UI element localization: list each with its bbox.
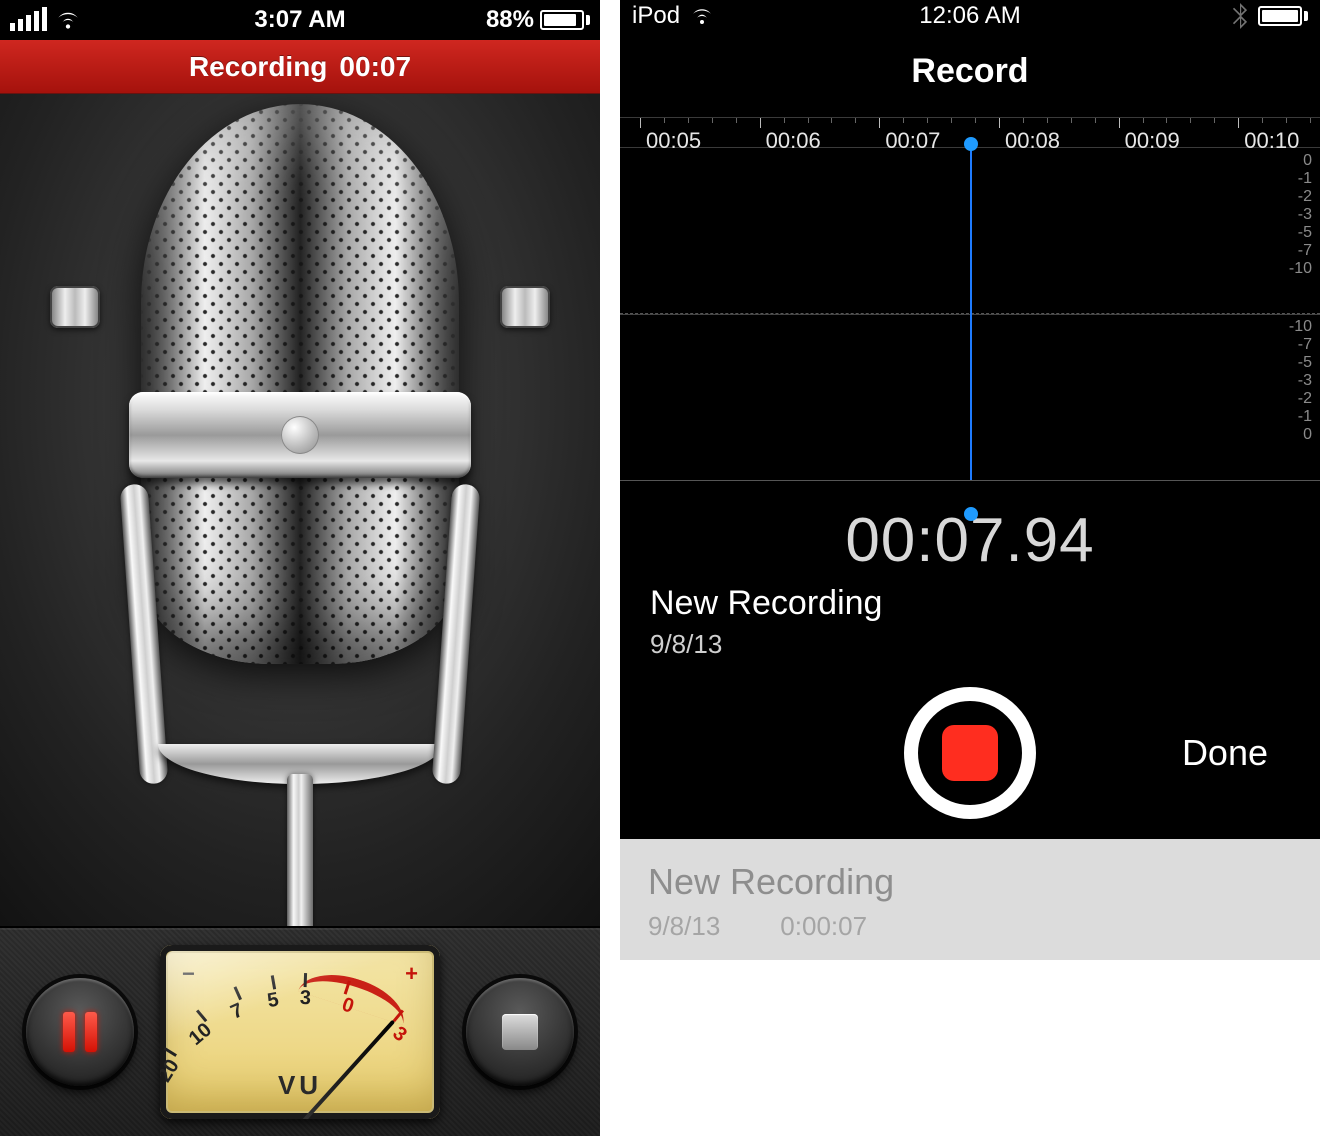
mic-band bbox=[129, 392, 471, 478]
recording-label: Recording bbox=[189, 51, 327, 83]
list-item[interactable]: New Recording 9/8/13 0:00:07 bbox=[620, 839, 1320, 960]
status-bar: 3:07 AM 88% bbox=[0, 0, 600, 40]
microphone-illustration bbox=[90, 104, 510, 1004]
elapsed-time: 00:07.94 bbox=[620, 481, 1320, 580]
battery-icon bbox=[540, 10, 590, 30]
list-item-duration: 0:00:07 bbox=[780, 911, 867, 942]
recording-elapsed: 00:07 bbox=[339, 51, 411, 83]
recording-metadata: New Recording 9/8/13 bbox=[620, 580, 1320, 660]
screen-title: Record bbox=[620, 32, 1320, 117]
pause-button[interactable] bbox=[26, 978, 134, 1086]
recording-date: 9/8/13 bbox=[650, 623, 1290, 660]
pause-icon bbox=[63, 1012, 97, 1052]
status-time: 12:06 AM bbox=[620, 0, 1320, 32]
stop-icon bbox=[942, 725, 998, 781]
bottom-control-panel: − + 201075303 VU bbox=[0, 926, 600, 1136]
mic-logo-icon bbox=[281, 416, 319, 454]
db-scale-top: 0-1-2-3-5-7-10 bbox=[1289, 152, 1312, 278]
waveform-area[interactable]: 0-1-2-3-5-7-10 -10-7-5-3-2-10 bbox=[620, 148, 1320, 480]
list-item-date: 9/8/13 bbox=[648, 911, 720, 942]
list-empty-area bbox=[620, 960, 1320, 1136]
list-item-name: New Recording bbox=[648, 861, 1292, 903]
vu-label: VU bbox=[160, 1070, 440, 1101]
status-bar: iPod 12:06 AM bbox=[620, 0, 1320, 32]
mic-head bbox=[141, 104, 459, 664]
ios7-voice-memos-screen: iPod 12:06 AM Record 00:0500:0600:0700:0… bbox=[620, 0, 1320, 1136]
stop-button[interactable] bbox=[466, 978, 574, 1086]
ios6-voice-memos-screen: 3:07 AM 88% Recording 00:07 bbox=[0, 0, 600, 1136]
record-controls: Done bbox=[620, 680, 1320, 840]
mic-knob-left bbox=[50, 286, 100, 328]
battery-icon bbox=[1258, 6, 1308, 26]
recording-name: New Recording bbox=[650, 584, 1290, 623]
recordings-list: New Recording 9/8/13 0:00:07 bbox=[620, 839, 1320, 960]
vu-meter: − + 201075303 VU bbox=[160, 945, 440, 1119]
playhead-indicator[interactable] bbox=[970, 148, 972, 480]
bluetooth-icon bbox=[1232, 3, 1248, 29]
done-button[interactable]: Done bbox=[1182, 732, 1268, 774]
stop-icon bbox=[502, 1014, 538, 1050]
record-stop-button[interactable] bbox=[904, 687, 1036, 819]
status-time: 3:07 AM bbox=[0, 6, 600, 34]
mic-knob-right bbox=[500, 286, 550, 328]
recording-banner: Recording 00:07 bbox=[0, 40, 600, 94]
db-scale-bottom: -10-7-5-3-2-10 bbox=[1289, 318, 1312, 444]
